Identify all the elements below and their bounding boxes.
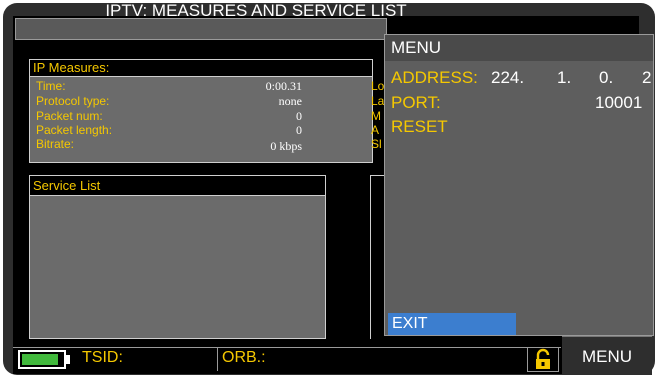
measure-value-bitrate: 0 kbps (270, 139, 302, 153)
service-list-panel[interactable]: Service List (29, 175, 326, 339)
battery-tip (66, 355, 70, 364)
measure-label-bitrate: Bitrate: (36, 137, 75, 151)
measure-label-packet-num: Packet num: (36, 109, 103, 123)
address-octet-1[interactable]: 224. (491, 68, 524, 88)
menu-item-port[interactable]: PORT: (391, 93, 441, 113)
unlock-icon (536, 348, 550, 369)
menu-item-reset[interactable]: RESET (391, 117, 448, 137)
title-bar (15, 18, 387, 40)
measure-label-partial-1: Lo (371, 79, 385, 93)
measure-label-partial-4: A (371, 123, 380, 137)
page-title: IPTV: MEASURES AND SERVICE LIST (105, 1, 407, 20)
battery-level-fill (22, 354, 58, 365)
ip-measures-panel: IP Measures: Time: 0:00.31 Protocol type… (29, 59, 384, 163)
address-octet-4[interactable]: 2 (642, 68, 651, 88)
measure-label-protocol: Protocol type: (36, 94, 110, 108)
port-value[interactable]: 10001 (595, 93, 642, 113)
lock-status[interactable] (527, 347, 559, 372)
menu-item-address[interactable]: ADDRESS: (391, 68, 478, 88)
measure-label-partial-3: M (371, 109, 381, 123)
ip-measures-title: IP Measures: (30, 60, 372, 77)
menu-button[interactable]: MENU (562, 336, 652, 375)
battery-icon (18, 350, 66, 369)
address-octet-2[interactable]: 1. (557, 68, 571, 88)
menu-item-exit[interactable]: EXIT (388, 313, 516, 335)
measure-value-time: 0:00.31 (265, 79, 302, 93)
measure-label-time: Time: (36, 79, 66, 93)
tsid-label: TSID: (82, 349, 123, 366)
menu-title: MENU (385, 35, 653, 61)
address-octet-3[interactable]: 0. (599, 68, 613, 88)
measure-label-partial-5: Sl (371, 137, 382, 151)
measure-value-protocol: none (278, 94, 302, 108)
measure-value-packet-length: 0 (296, 123, 302, 137)
measure-label-packet-length: Packet length: (36, 123, 113, 137)
menu-panel: MENU ADDRESS: 224. 1. 0. 2 PORT: 10001 R… (384, 34, 654, 336)
measure-value-packet-num: 0 (296, 109, 302, 123)
status-divider (217, 347, 218, 371)
orb-label: ORB.: (222, 349, 266, 366)
measure-label-partial-2: La (371, 94, 385, 108)
service-list-title: Service List (30, 176, 325, 196)
